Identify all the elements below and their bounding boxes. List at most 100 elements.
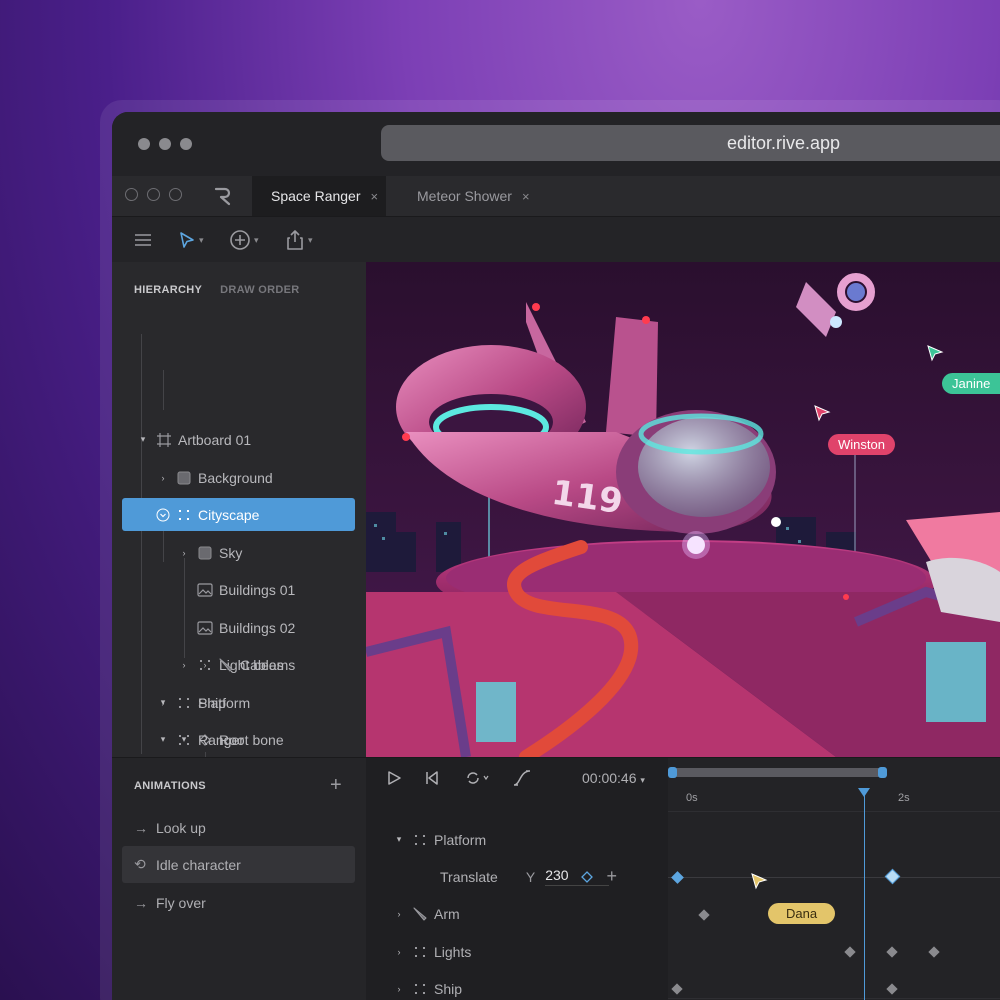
tab-label: Meteor Shower: [417, 188, 512, 204]
url-bar[interactable]: editor.rive.app: [381, 125, 1000, 161]
track-divider: [668, 998, 1000, 999]
timeline-row-lights[interactable]: › Lights: [366, 933, 668, 970]
range-start-handle[interactable]: [668, 767, 677, 778]
bone-tool-icon: [412, 906, 428, 922]
rive-logo-icon[interactable]: [212, 185, 234, 207]
shape-icon: [176, 470, 192, 486]
tick-label: 2s: [898, 792, 910, 804]
export-button[interactable]: ▾: [285, 227, 313, 253]
track-divider: [668, 811, 1000, 812]
timeline-row-translate[interactable]: Translate Y 230 +: [366, 858, 668, 895]
tree-item-cityscape[interactable]: Cityscape: [122, 498, 355, 531]
timeline-row-ship[interactable]: › Ship: [366, 970, 668, 1000]
app-window-dot[interactable]: [147, 188, 160, 201]
chevron-down-icon: ▾: [254, 234, 259, 245]
chevron-right-icon[interactable]: ›: [392, 982, 406, 996]
translate-y-input[interactable]: 230: [545, 867, 609, 886]
timeline-row-platform[interactable]: ▾ Platform: [366, 821, 668, 858]
timeline-tracks[interactable]: 0s 2s Dana: [668, 758, 1000, 1000]
chevron-right-icon[interactable]: ›: [156, 696, 170, 710]
tree-item-label: Buildings 02: [219, 619, 296, 636]
image-icon: [197, 620, 213, 636]
loop-mode-icon[interactable]: [464, 770, 490, 786]
translate-curve-line: [668, 877, 1000, 878]
url-text: editor.rive.app: [727, 132, 841, 153]
add-keyframe-icon[interactable]: +: [607, 866, 618, 887]
artboard-icon: [156, 432, 172, 448]
chevron-right-icon[interactable]: ›: [392, 907, 406, 921]
tree-item-sky[interactable]: › Sky: [122, 536, 355, 569]
tree-item-artboard[interactable]: ▾ Artboard 01: [122, 423, 355, 456]
chevron-right-icon[interactable]: ›: [177, 546, 191, 560]
animation-item-look-up[interactable]: → Look up: [122, 809, 355, 846]
tree-item-ship[interactable]: › Ship: [122, 686, 355, 719]
app-tab-bar: Space Ranger × Meteor Shower ×: [112, 176, 1000, 216]
range-end-handle[interactable]: [878, 767, 887, 778]
timeline-row-arm[interactable]: › Arm: [366, 895, 668, 932]
tree-item-buildings-02[interactable]: Buildings 02: [122, 611, 355, 644]
group-icon: [176, 507, 192, 523]
stage-canvas[interactable]: 119 Janine Winston: [366, 262, 1000, 757]
tab-space-ranger[interactable]: Space Ranger ×: [252, 176, 386, 216]
create-tool-button[interactable]: ▾: [229, 227, 259, 253]
time-display[interactable]: 00:00:46 ▾: [582, 770, 645, 786]
timeline-panel: 00:00:46 ▾ ▾ Platform Translate Y 230 + …: [366, 757, 1000, 1000]
keyframe[interactable]: [928, 946, 940, 958]
tree-item-buildings-01[interactable]: Buildings 01: [122, 573, 355, 606]
keyframe-selected[interactable]: [884, 868, 901, 885]
keyframe[interactable]: [698, 909, 710, 921]
chevron-right-icon[interactable]: ›: [198, 658, 212, 672]
animation-item-fly-over[interactable]: → Fly over: [122, 884, 355, 921]
bone-tool-icon: [218, 657, 234, 673]
window-dot[interactable]: [159, 138, 171, 150]
group-icon: [412, 981, 428, 997]
collaborator-tag-dana: Dana: [768, 903, 836, 924]
playhead[interactable]: [864, 792, 865, 1000]
tab-meteor-shower[interactable]: Meteor Shower ×: [402, 176, 542, 216]
keyframe[interactable]: [844, 946, 856, 958]
window-dot[interactable]: [180, 138, 192, 150]
animation-item-idle-character[interactable]: ⟲ Idle character: [122, 846, 355, 883]
tree-item-cables-row[interactable]: › Cables: [122, 648, 355, 681]
arrow-right-icon: →: [134, 819, 148, 836]
keyframe[interactable]: [671, 871, 684, 884]
tree-item-background[interactable]: › Background: [122, 461, 355, 494]
chevron-right-icon[interactable]: ›: [156, 471, 170, 485]
play-icon[interactable]: [386, 770, 402, 786]
skip-back-icon[interactable]: [424, 770, 440, 786]
collaborator-tag-janine: Janine: [942, 373, 1000, 394]
tab-label: Space Ranger: [271, 188, 361, 204]
arrow-right-icon: →: [134, 894, 148, 911]
app-window-dot[interactable]: [169, 188, 182, 201]
easing-curve-icon[interactable]: [512, 769, 532, 787]
window-dot[interactable]: [138, 138, 150, 150]
collaborator-cursor-icon: [751, 873, 768, 890]
chevron-down-icon[interactable]: ▾: [156, 733, 170, 747]
chevron-right-icon[interactable]: ›: [392, 945, 406, 959]
tick-label: 0s: [686, 792, 698, 804]
keyframe-toggle-icon[interactable]: [580, 870, 593, 883]
playhead-handle[interactable]: [858, 788, 870, 797]
menu-icon[interactable]: [133, 227, 153, 253]
keyframe[interactable]: [886, 983, 898, 995]
add-animation-button[interactable]: +: [330, 774, 342, 797]
select-tool-button[interactable]: ▾: [178, 227, 204, 253]
tree-item-label: Cityscape: [198, 506, 260, 523]
chevron-down-icon[interactable]: ▾: [136, 433, 150, 447]
group-icon: [412, 944, 428, 960]
chevron-down-icon[interactable]: [156, 508, 170, 522]
tab-draw-order[interactable]: DRAW ORDER: [220, 284, 299, 296]
chevron-down-icon[interactable]: ▾: [392, 833, 406, 847]
toolbar: ▾ ▾ ▾: [112, 216, 1000, 262]
tree-item-ranger[interactable]: ▾ Ranger: [122, 723, 355, 756]
keyframe[interactable]: [886, 946, 898, 958]
tab-close-icon[interactable]: ×: [371, 189, 379, 204]
tab-hierarchy[interactable]: HIERARCHY: [134, 284, 202, 296]
animations-panel: ANIMATIONS + → Look up ⟲ Idle character …: [112, 757, 366, 1000]
timeline-range-bar[interactable]: [668, 768, 884, 777]
app-window-dot[interactable]: [125, 188, 138, 201]
collaborator-cursor-icon: [927, 345, 944, 362]
tab-close-icon[interactable]: ×: [522, 189, 530, 204]
tree-item-label: Sky: [219, 544, 243, 561]
keyframe[interactable]: [671, 983, 683, 995]
